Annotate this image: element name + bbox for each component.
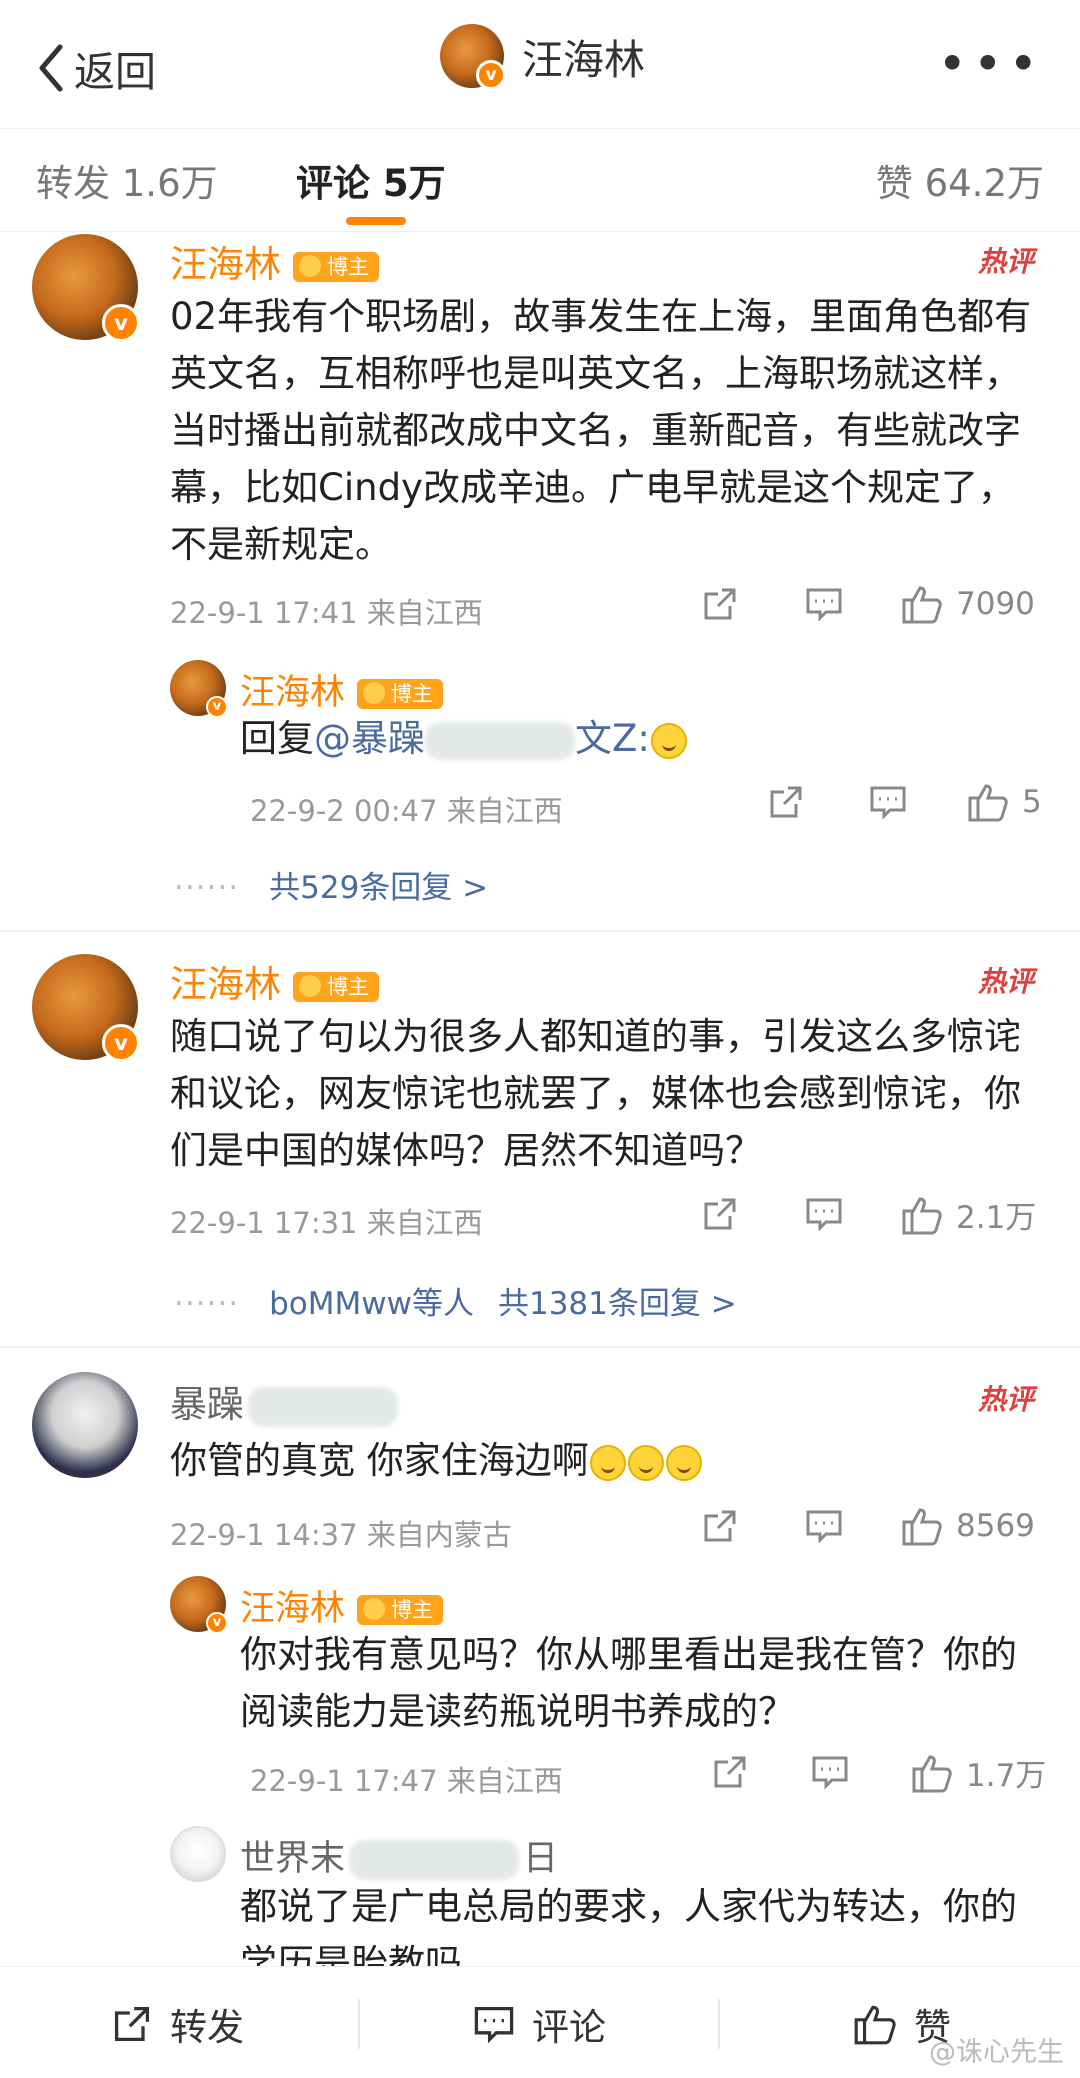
smile-emoji-icon	[589, 1444, 626, 1481]
reply-text: 回复@暴躁 文Z:	[240, 710, 1000, 767]
comment-icon[interactable]	[804, 1506, 844, 1546]
view-replies-link[interactable]: ······ 共529条回复 >	[174, 862, 488, 907]
comment-meta: 22-9-1 14:37 来自内蒙古	[170, 1518, 512, 1552]
back-label: 返回	[74, 48, 156, 96]
verified-icon: v	[206, 1612, 228, 1634]
grin-emoji-icon	[650, 722, 687, 759]
reply-meta: 22-9-2 00:47 来自江西	[250, 794, 563, 828]
avatar: v	[440, 24, 506, 90]
reply-text: 你对我有意见吗？你从哪里看出是我在管？你的阅读能力是读药瓶说明书养成的？	[240, 1633, 1017, 1733]
verified-icon: v	[102, 1024, 140, 1062]
share-icon	[114, 2006, 150, 2042]
hot-comment-badge: 热评	[977, 965, 1034, 998]
avatar[interactable]: v	[170, 1576, 228, 1634]
comment-author[interactable]: 汪海林 博主	[170, 234, 379, 288]
share-icon[interactable]	[710, 1752, 750, 1792]
like-button[interactable]: 8569	[900, 1504, 1035, 1548]
page-title[interactable]: v 汪海林	[440, 24, 645, 90]
verified-icon: v	[102, 304, 140, 342]
like-button[interactable]: 5	[966, 780, 1042, 824]
reply-author[interactable]: 汪海林 博主	[240, 1580, 444, 1631]
thumb-up-icon	[854, 2005, 896, 2045]
comment-button[interactable]: 评论	[472, 1997, 606, 2051]
dots-icon: ······	[174, 1286, 240, 1322]
verified-icon: v	[476, 60, 506, 90]
title-text: 汪海林	[522, 36, 645, 84]
avatar[interactable]: v	[170, 660, 228, 718]
top-bar: 返回 v 汪海林 •••	[0, 0, 1080, 128]
like-button[interactable]: 1.7万	[910, 1750, 1046, 1795]
blogger-badge: 博主	[293, 251, 379, 282]
divider	[358, 1999, 360, 2049]
comment-icon[interactable]	[810, 1752, 850, 1792]
chevron-left-icon	[39, 44, 63, 92]
blogger-badge: 博主	[357, 1595, 444, 1625]
dots-icon: ······	[174, 870, 240, 906]
repost-button[interactable]: 转发	[110, 1997, 244, 2051]
tab-like[interactable]: 赞 64.2万	[876, 153, 1044, 207]
tab-repost[interactable]: 转发 1.6万	[36, 153, 218, 207]
reply-author[interactable]: 世界末日	[240, 1830, 558, 1881]
blurred-username	[425, 721, 575, 760]
comment-author[interactable]: 暴躁	[170, 1374, 398, 1428]
share-icon[interactable]	[700, 584, 740, 624]
blogger-badge: 博主	[293, 971, 379, 1002]
thumb-up-icon	[968, 784, 1008, 822]
view-replies-link[interactable]: ······ boMMww等人 共1381条回复 >	[174, 1278, 737, 1323]
share-icon[interactable]	[700, 1506, 740, 1546]
watermark: @诛心先生	[929, 2037, 1064, 2068]
blurred-username	[248, 1386, 398, 1427]
comment-author[interactable]: 汪海林 博主	[170, 954, 379, 1008]
reply-meta: 22-9-1 17:47 来自江西	[250, 1764, 563, 1798]
divider	[0, 1346, 1080, 1348]
divider	[0, 930, 1080, 932]
comment-meta: 22-9-1 17:41 来自江西	[170, 596, 483, 630]
comment-text: 02年我有个职场剧，故事发生在上海，里面角色都有英文名，互相称呼也是叫英文名，上…	[170, 295, 1032, 566]
active-tab-indicator	[346, 217, 406, 225]
share-icon[interactable]	[700, 1194, 740, 1234]
mention-link[interactable]: @暴躁 文Z:	[314, 717, 650, 760]
more-icon[interactable]: •••	[938, 39, 1044, 89]
avatar[interactable]	[32, 1372, 138, 1478]
thumb-up-icon	[902, 1196, 942, 1234]
hot-comment-badge: 热评	[977, 245, 1034, 278]
like-button[interactable]: 2.1万	[900, 1192, 1036, 1237]
thumb-up-icon	[902, 586, 942, 624]
smile-emoji-icon	[665, 1444, 702, 1481]
tab-bar: 转发 1.6万 评论 5万 赞 64.2万	[0, 128, 1080, 232]
comment-icon	[474, 2006, 514, 2044]
share-icon[interactable]	[766, 782, 806, 822]
comment-icon[interactable]	[804, 584, 844, 624]
comment-text: 你管的真宽 你家住海边啊	[170, 1432, 1050, 1489]
thumb-up-icon	[902, 1508, 942, 1546]
reply-author[interactable]: 汪海林 博主	[240, 664, 444, 715]
comment-icon[interactable]	[868, 782, 908, 822]
hot-comment-badge: 热评	[977, 1383, 1034, 1416]
smile-emoji-icon	[627, 1444, 664, 1481]
comment-text: 随口说了句以为很多人都知道的事，引发这么多惊诧和议论，网友惊诧也就罢了，媒体也会…	[170, 1015, 1021, 1172]
comment-icon[interactable]	[804, 1194, 844, 1234]
bottom-action-bar: 转发 评论 赞	[0, 1966, 1080, 2078]
avatar[interactable]: v	[32, 954, 140, 1062]
back-button[interactable]: 返回	[34, 38, 156, 98]
avatar[interactable]: v	[32, 234, 140, 342]
blogger-badge: 博主	[357, 679, 444, 709]
thumb-up-icon	[912, 1754, 952, 1792]
divider	[718, 1999, 720, 2049]
comment-meta: 22-9-1 17:31 来自江西	[170, 1206, 483, 1240]
verified-icon: v	[206, 696, 228, 718]
tab-comment[interactable]: 评论 5万	[296, 153, 446, 207]
blurred-username	[349, 1840, 520, 1880]
avatar[interactable]	[170, 1826, 226, 1882]
like-button[interactable]: 7090	[900, 582, 1035, 626]
